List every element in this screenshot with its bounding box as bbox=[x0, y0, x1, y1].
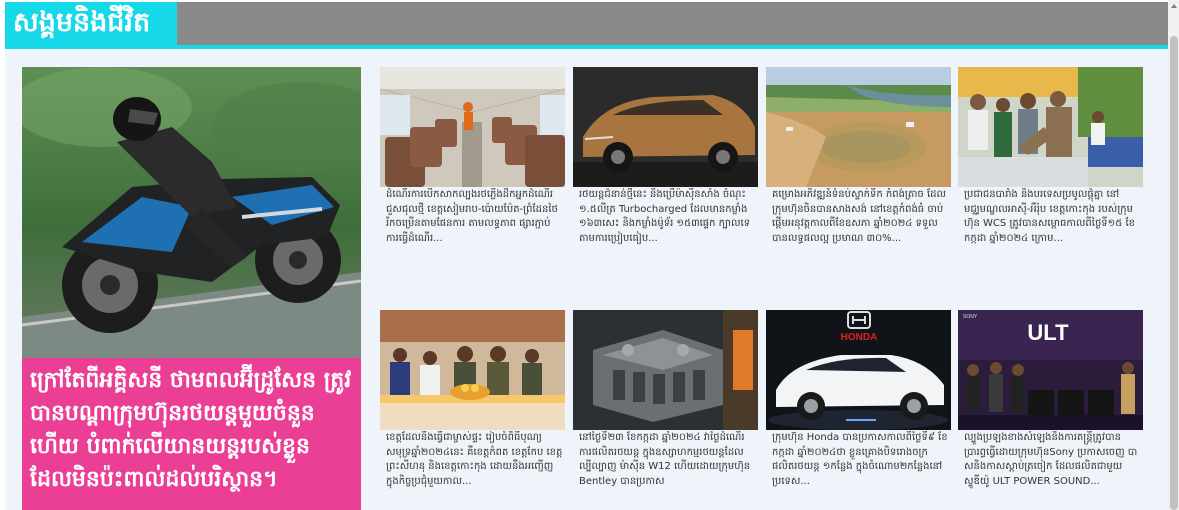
news-card-headline[interactable]: រថយន្តជំនាន់ថ្មីនេះ នឹងប្រើម៉ាស៊ីនសាំង ច… bbox=[579, 188, 756, 257]
featured-article-title[interactable]: ក្រៅតែពីអគ្គិសនី ថាមពលអ៊ីដ្រូសែន ត្រូវបា… bbox=[22, 358, 361, 510]
news-card[interactable]: រថយន្តជំនាន់ថ្មីនេះ នឹងប្រើម៉ាស៊ីនសាំង ច… bbox=[573, 67, 758, 257]
news-card-headline[interactable]: នៅថ្ងៃទី២៣ ខែកក្កដា ឆ្នាំ២០២៤ វាថ្ងៃដំណើ… bbox=[579, 431, 756, 500]
featured-article-image[interactable] bbox=[22, 67, 361, 358]
news-card-image[interactable] bbox=[766, 67, 951, 187]
news-card-image[interactable] bbox=[380, 310, 565, 430]
news-card-image[interactable] bbox=[380, 67, 565, 187]
news-card[interactable]: SONY ULT ល្បួងប្រឡងខាងសំឡេងនិងការតន្ត្រី… bbox=[958, 310, 1143, 500]
news-card-image[interactable] bbox=[958, 67, 1143, 187]
ult-logo-text: ULT bbox=[1027, 320, 1069, 345]
sony-logo-text: SONY bbox=[963, 314, 978, 320]
news-card-image[interactable]: SONY ULT bbox=[958, 310, 1143, 430]
news-card[interactable]: គម្រោងអភិវឌ្ឍន៍ទំនប់ស្ទាក់ទឹក កំពង់ត្រាច… bbox=[766, 67, 951, 257]
news-card-image[interactable] bbox=[573, 67, 758, 187]
news-card-image[interactable]: HONDA bbox=[766, 310, 951, 430]
news-card[interactable]: ខេត្តដែលនឹងធ្វើជាម្ចាស់ផ្ទះ រៀបចំពិធីបុណ… bbox=[380, 310, 565, 500]
news-card-headline[interactable]: ដំណើរការបើកសាកល្បងរថភ្លើងដឹកអ្នកដំណើរជួស… bbox=[386, 188, 563, 257]
news-card-headline[interactable]: ក្រុមហ៊ុន Honda បានប្រកាសកាលពីថ្ងៃទី៩ ខែ… bbox=[772, 431, 949, 500]
news-card[interactable]: ប្រជាជនបារាំង និងបរទេសប្រមូលផ្តុំគ្នា នៅ… bbox=[958, 67, 1143, 257]
scrollbar-thumb[interactable] bbox=[1170, 36, 1178, 510]
news-card-headline[interactable]: គម្រោងអភិវឌ្ឍន៍ទំនប់ស្ទាក់ទឹក កំពង់ត្រាច… bbox=[772, 188, 949, 257]
section-header-bar bbox=[5, 2, 1168, 45]
news-card-headline[interactable]: ល្បួងប្រឡងខាងសំឡេងនិងការតន្ត្រីត្រូវបានប… bbox=[964, 431, 1141, 500]
scroll-up-arrow-icon[interactable] bbox=[1171, 4, 1177, 8]
news-card-headline[interactable]: ខេត្តដែលនឹងធ្វើជាម្ចាស់ផ្ទះ រៀបចំពិធីបុណ… bbox=[386, 431, 563, 500]
honda-logo-text: HONDA bbox=[841, 332, 878, 343]
featured-article[interactable]: ក្រៅតែពីអគ្គិសនី ថាមពលអ៊ីដ្រូសែន ត្រូវបា… bbox=[22, 67, 361, 510]
section-title[interactable]: សង្គមនិងជីវិត bbox=[5, 2, 177, 45]
news-card[interactable]: HONDA ក្រុមហ៊ុន Honda បានប្រកាសកាលពីថ្ងៃ… bbox=[766, 310, 951, 500]
news-card[interactable]: នៅថ្ងៃទី២៣ ខែកក្កដា ឆ្នាំ២០២៤ វាថ្ងៃដំណើ… bbox=[573, 310, 758, 500]
section-header-accent-line bbox=[5, 45, 1168, 49]
news-card-image[interactable] bbox=[573, 310, 758, 430]
news-card-headline[interactable]: ប្រជាជនបារាំង និងបរទេសប្រមូលផ្តុំគ្នា នៅ… bbox=[964, 188, 1141, 257]
news-card[interactable]: ដំណើរការបើកសាកល្បងរថភ្លើងដឹកអ្នកដំណើរជួស… bbox=[380, 67, 565, 257]
